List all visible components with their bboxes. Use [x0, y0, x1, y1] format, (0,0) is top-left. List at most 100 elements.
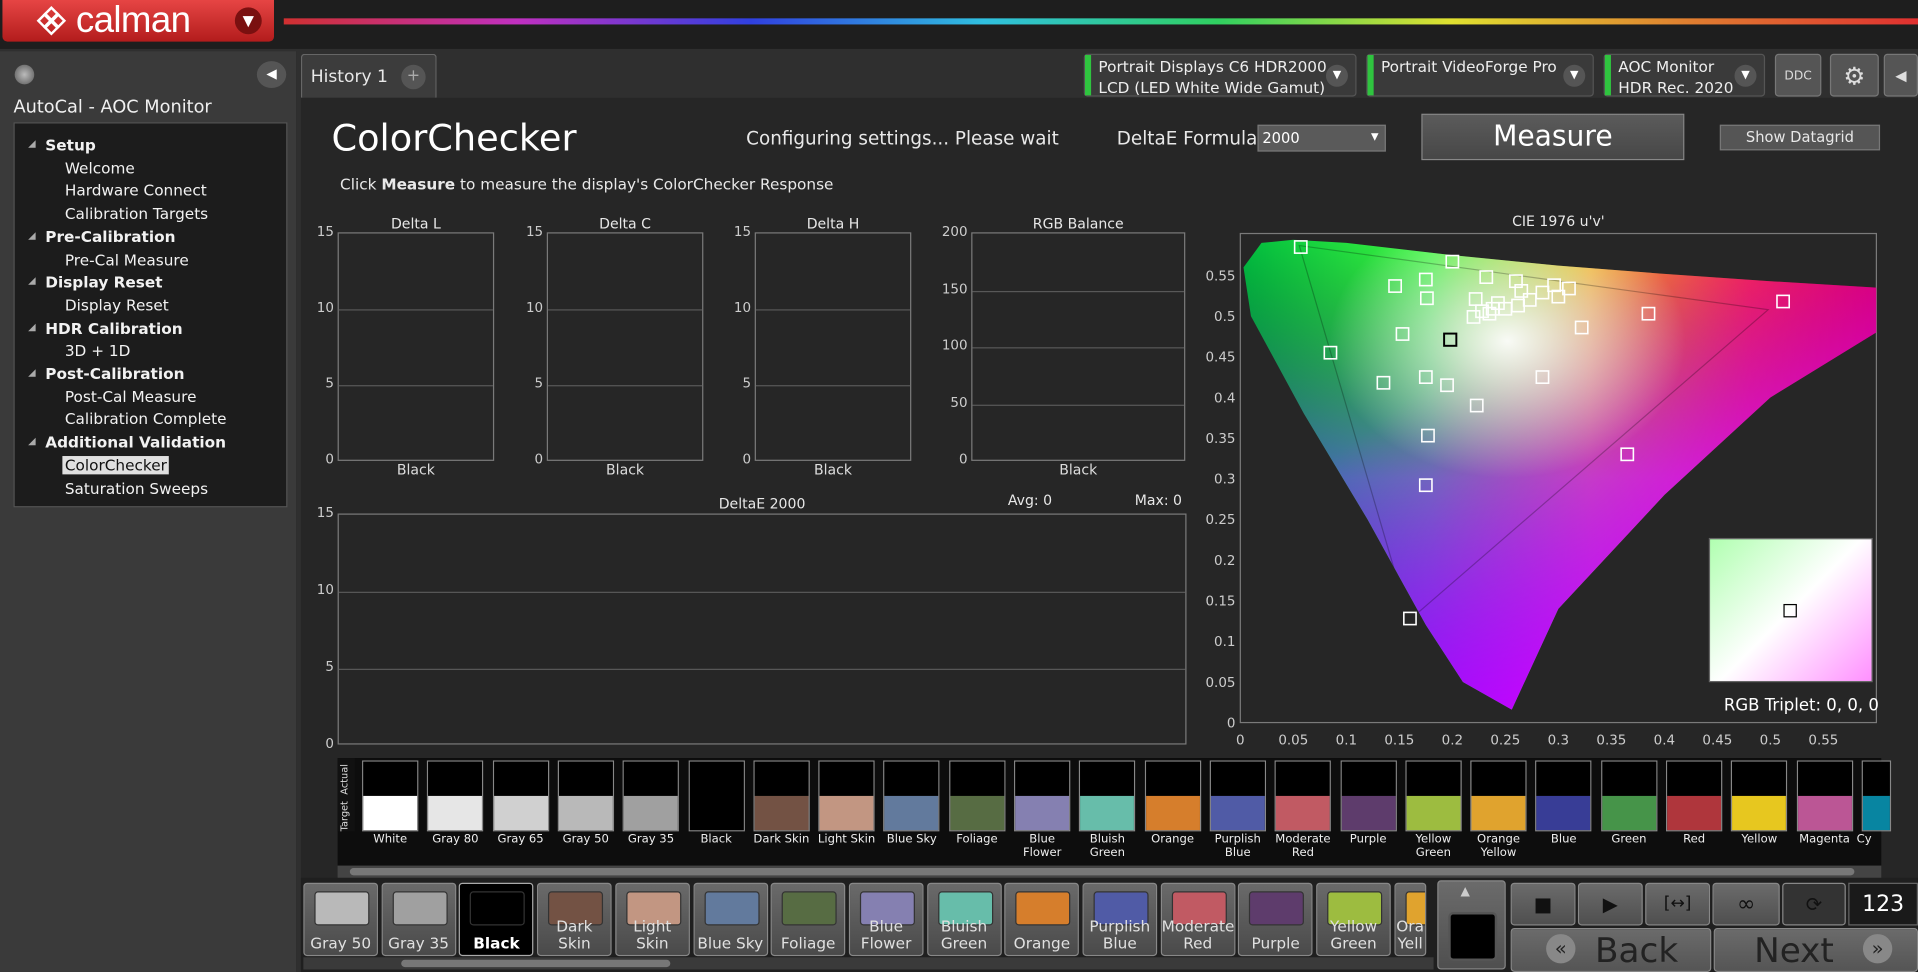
actual-color [754, 761, 809, 796]
actual-color [428, 761, 483, 796]
actual-color [1471, 761, 1526, 796]
y-tick-label: 0.45 [1206, 351, 1236, 366]
deltae-avg: Avg: 0 [1007, 491, 1053, 509]
tile-color [1015, 891, 1071, 926]
deltae-plot [337, 513, 1187, 745]
tile-yellow-green[interactable]: Yellow Green [1316, 882, 1391, 957]
tile-orange[interactable]: Orange [1004, 882, 1080, 957]
tree-item[interactable]: 3D + 1D [65, 341, 131, 359]
preview-swatch [1448, 912, 1498, 961]
tile-gray-50[interactable]: Gray 50 [303, 882, 378, 957]
chevron-down-icon[interactable]: ▼ [1563, 64, 1586, 87]
x-category-label: Black [606, 460, 645, 479]
tile-scrollbar[interactable] [303, 957, 1434, 970]
expand-arrow-icon[interactable]: ◢ [28, 138, 36, 149]
tree-section: ◢ Pre-Calibration [28, 227, 175, 245]
tree-item[interactable]: Calibration Complete [65, 410, 227, 428]
meter-selector[interactable]: Portrait Displays C6 HDR2000 LCD (LED Whi… [1083, 53, 1357, 97]
tile-label: Purple [1251, 934, 1300, 953]
tile-color [1249, 891, 1305, 926]
back-button[interactable]: « Back [1510, 927, 1712, 972]
y-tick-label: 0.3 [1214, 473, 1235, 488]
expand-arrow-icon[interactable]: ◢ [28, 230, 36, 241]
tile-purplish-blue[interactable]: Purplish Blue [1082, 882, 1158, 957]
tree-item[interactable]: ColorChecker [62, 455, 170, 475]
preview-button[interactable]: ▲ [1437, 880, 1506, 970]
tile-label: Foliage [780, 934, 836, 953]
play-icon[interactable]: ▶ [1577, 882, 1643, 926]
tree-item[interactable]: Calibration Targets [65, 204, 208, 222]
tree-item[interactable]: Post-Cal Measure [65, 387, 197, 405]
tab-history-1[interactable]: History 1 + [300, 53, 437, 98]
rainbow-bar [283, 18, 1918, 25]
swatch-label: Magenta [1799, 832, 1850, 847]
tree-item[interactable]: Saturation Sweeps [65, 479, 208, 497]
y-tick-label: 200 [941, 223, 968, 240]
swatch-yellow [1731, 760, 1788, 832]
collapse-right-icon[interactable]: ◀ [1883, 53, 1918, 97]
measure-button[interactable]: Measure [1421, 113, 1685, 161]
step-icon[interactable]: [↔] [1645, 882, 1711, 926]
next-button[interactable]: Next » [1713, 927, 1918, 972]
scroll-thumb[interactable] [401, 959, 671, 968]
refresh-icon[interactable]: ⟳ [1782, 882, 1846, 926]
tile-ora-yell[interactable]: Ora Yell [1394, 882, 1427, 957]
swatch-label: Moderate Red [1275, 832, 1331, 860]
expand-arrow-icon[interactable]: ◢ [28, 367, 36, 378]
expand-arrow-icon[interactable]: ◢ [28, 275, 36, 286]
display-mode: HDR Rec. 2020 [1618, 78, 1734, 97]
x-tick-label: 0.4 [1654, 734, 1675, 749]
ddc-button[interactable]: DDC [1774, 53, 1822, 97]
tree-label: Additional Validation [45, 432, 227, 452]
y-tick-label: 50 [950, 394, 968, 411]
tree-item[interactable]: Hardware Connect [65, 181, 207, 199]
actual-color [1667, 761, 1722, 796]
swatch-scrollbar[interactable] [337, 865, 1882, 878]
tile-purple[interactable]: Purple [1238, 882, 1313, 957]
tile-bluish-green[interactable]: Bluish Green [926, 882, 1002, 957]
show-datagrid-button[interactable]: Show Datagrid [1719, 124, 1881, 151]
tile-label: Gray 50 [310, 934, 372, 953]
x-tick-label: 0.15 [1384, 734, 1414, 749]
swatch-label: Gray 65 [497, 832, 544, 847]
generator-selector[interactable]: Portrait VideoForge Pro ▼ [1366, 53, 1594, 97]
expand-arrow-icon[interactable]: ◢ [28, 321, 36, 332]
chevron-down-icon[interactable]: ▼ [1734, 64, 1757, 87]
tile-blue-flower[interactable]: Blue Flower [848, 882, 924, 957]
gridline [547, 309, 703, 311]
tree-item[interactable]: Welcome [65, 159, 135, 177]
tile-dark-skin[interactable]: Dark Skin [537, 882, 612, 957]
tile-moderate-red[interactable]: Moderate Red [1160, 882, 1236, 957]
y-tick-label: 0.55 [1206, 269, 1236, 284]
tree-item[interactable]: Display Reset [65, 296, 169, 314]
y-tick-label: 5 [534, 375, 544, 392]
chevron-down-icon[interactable]: ▼ [1325, 64, 1348, 87]
calman-logo-button[interactable]: calman ▼ [2, 0, 274, 42]
y-tick-label: 0.15 [1206, 595, 1236, 610]
swatch-bluish-green [1079, 760, 1136, 832]
tile-black[interactable]: Black [459, 882, 534, 957]
tile-gray-35[interactable]: Gray 35 [381, 882, 456, 957]
swatch-blue-flower [1014, 760, 1071, 832]
chevron-down-icon[interactable]: ▼ [234, 7, 262, 35]
hint-pre: Click [340, 174, 382, 194]
scroll-thumb[interactable] [349, 868, 1855, 876]
expand-arrow-icon[interactable]: ◢ [28, 435, 36, 446]
stop-icon[interactable]: ■ [1510, 882, 1576, 926]
formula-select[interactable]: 2000 ▼ [1257, 124, 1386, 152]
swatch-cy [1861, 760, 1891, 832]
tile-blue-sky[interactable]: Blue Sky [692, 882, 768, 957]
display-selector[interactable]: AOC Monitor HDR Rec. 2020 ▼ [1603, 53, 1766, 97]
tile-light-skin[interactable]: Light Skin [615, 882, 690, 957]
gear-icon[interactable]: ⚙ [1829, 53, 1879, 97]
target-color [624, 795, 678, 831]
tree-label: HDR Calibration [45, 318, 183, 337]
tree-item[interactable]: Pre-Cal Measure [65, 250, 189, 268]
loop-icon[interactable]: ∞ [1712, 882, 1780, 926]
status-green-bar [1604, 55, 1611, 96]
tile-foliage[interactable]: Foliage [770, 882, 846, 957]
collapse-left-icon[interactable]: ◀ [256, 61, 287, 89]
add-tab-button[interactable]: + [401, 64, 426, 90]
page-title: ColorChecker [331, 117, 577, 161]
x-tick-label: 0.3 [1548, 734, 1569, 749]
